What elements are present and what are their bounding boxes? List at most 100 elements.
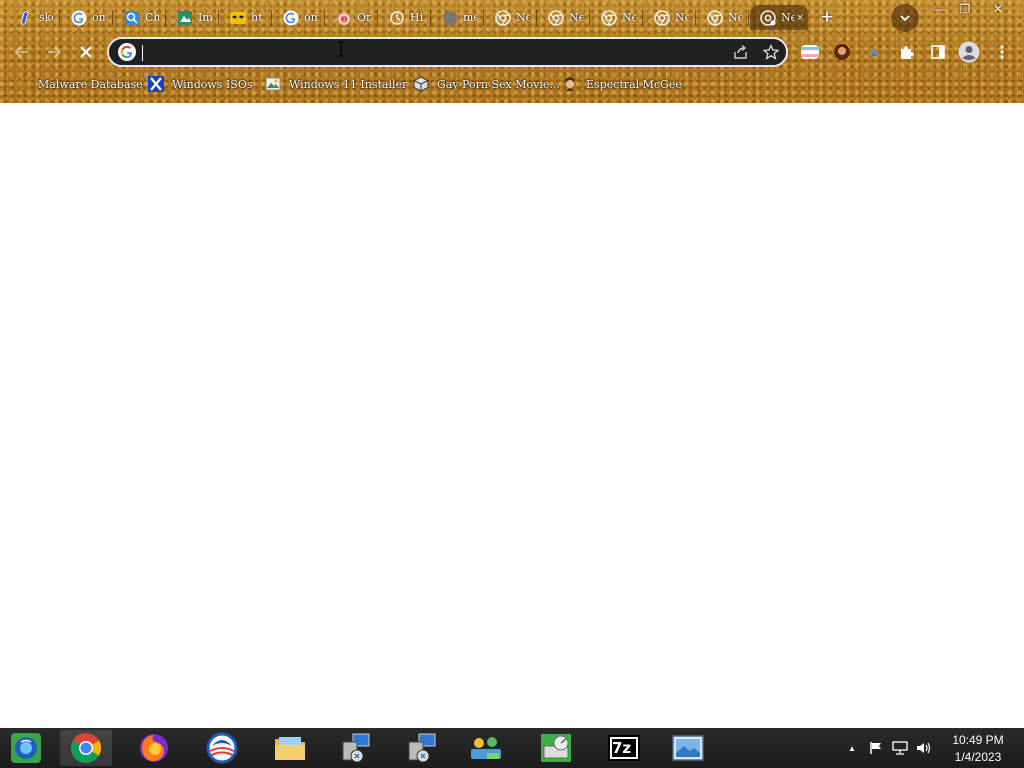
tab-close-button[interactable]: × (797, 12, 803, 24)
tab[interactable]: Ne (591, 5, 643, 30)
chevron-down-icon (900, 15, 910, 22)
taskbar-obama-app[interactable] (196, 730, 248, 766)
kebab-menu-icon (1000, 45, 1004, 59)
folder-icon (275, 737, 305, 760)
close-window-button[interactable]: ✕ (984, 0, 1012, 18)
tab[interactable]: Ne (697, 5, 749, 30)
browser-chrome: sketch om Ch Im (0, 0, 1024, 103)
badge-icon: 1 (335, 9, 352, 26)
circle-logo-icon (206, 732, 238, 764)
minimize-button[interactable]: — (926, 0, 954, 18)
bookmark-item[interactable]: Gay Porn Sex Movie... (413, 74, 560, 94)
avatar-icon (958, 41, 980, 63)
image-editor-icon (176, 9, 193, 26)
volume-icon[interactable] (916, 740, 932, 756)
network-icon[interactable] (892, 740, 908, 756)
mouse-ibeam-cursor (337, 41, 345, 57)
arrow-left-icon (14, 46, 28, 58)
clock-date: 1/4/2023 (954, 750, 1002, 764)
extensions-menu-button[interactable] (894, 40, 918, 64)
bookmark-item[interactable]: Windows 11 Installer (265, 74, 407, 94)
text-caret (142, 45, 143, 61)
tab[interactable]: Hi (379, 5, 431, 30)
start-button[interactable] (0, 730, 52, 766)
person-icon (562, 76, 578, 92)
bookmark-item[interactable]: Espectral McGee (562, 74, 682, 94)
omnibox[interactable] (107, 37, 788, 67)
network-people-icon (471, 737, 501, 759)
history-icon (388, 9, 405, 26)
side-panel-button[interactable] (926, 40, 950, 64)
address-input[interactable] (144, 40, 726, 64)
taskbar-photo-viewer[interactable] (662, 730, 714, 766)
share-button[interactable] (726, 39, 756, 65)
restore-button[interactable]: ❐ (951, 0, 979, 18)
tab[interactable]: Ne (485, 5, 537, 30)
close-icon (80, 46, 92, 58)
firefox-icon (140, 734, 168, 762)
show-hidden-icons-button[interactable]: ▲ (844, 740, 860, 756)
taskbar-chrome[interactable] (60, 730, 112, 766)
stop-loading-button[interactable] (72, 38, 100, 66)
tab[interactable]: 1 Or (326, 5, 378, 30)
globe-search-icon (123, 9, 140, 26)
forward-button[interactable] (40, 38, 68, 66)
chrome-icon (706, 9, 723, 26)
tab[interactable]: om (61, 5, 113, 30)
google-icon (118, 43, 136, 61)
tab-search-button[interactable] (891, 4, 919, 32)
share-icon (734, 44, 747, 59)
image-thumb-icon (265, 76, 281, 92)
extension-button[interactable] (830, 40, 854, 64)
tab-strip: sketch om Ch Im (0, 0, 1024, 34)
taskbar-file-explorer[interactable] (264, 730, 316, 766)
tab[interactable]: Im (167, 5, 219, 30)
new-tab-button[interactable]: + (815, 6, 839, 30)
taskbar-7zip[interactable]: 7z (598, 730, 650, 766)
tab[interactable]: Ne (538, 5, 590, 30)
tab[interactable]: sketch (8, 5, 60, 30)
chrome-loading-icon (759, 9, 776, 26)
pen-icon (17, 9, 34, 26)
taskbar-network-people[interactable] (460, 730, 512, 766)
cube-icon (413, 76, 429, 92)
toolbar (0, 34, 1024, 70)
start-orb-icon (11, 733, 41, 763)
extension-button[interactable] (862, 40, 886, 64)
chrome-icon (653, 9, 670, 26)
menu-button[interactable] (990, 40, 1014, 64)
back-button[interactable] (8, 38, 36, 66)
chrome-icon (547, 9, 564, 26)
tab[interactable]: om (273, 5, 325, 30)
bookmark-item[interactable]: Windows ISOs (148, 74, 252, 94)
avatar-extension-icon (834, 44, 850, 60)
x-logo-icon (148, 76, 164, 92)
extension-button[interactable] (798, 40, 822, 64)
action-center-flag-icon[interactable] (868, 740, 884, 756)
taskbar-installer[interactable] (396, 730, 448, 766)
wing-extension-icon (867, 47, 881, 56)
tab[interactable]: Ch (114, 5, 166, 30)
photo-viewer-icon (672, 735, 704, 761)
disk-utility-icon (541, 734, 571, 762)
side-panel-icon (931, 45, 945, 59)
arrow-right-icon (48, 46, 62, 58)
star-icon (763, 44, 779, 60)
system-clock[interactable]: 10:49 PM 1/4/2023 (938, 732, 1018, 766)
bookmark-item[interactable]: Malware Database (14, 74, 143, 94)
sevenzip-label: 7z (612, 739, 632, 757)
taskbar-disk-utility[interactable] (530, 730, 582, 766)
taskbar-installer[interactable] (330, 730, 382, 766)
puzzle-icon (901, 46, 914, 59)
tab[interactable]: ht (220, 5, 272, 30)
google-icon (70, 9, 87, 26)
tab[interactable]: me (432, 5, 484, 30)
taskbar-firefox[interactable] (128, 730, 180, 766)
page-content[interactable] (0, 41, 1024, 728)
taskbar: 7z ▲ 10:49 PM 1/4/2023 (0, 728, 1024, 768)
tab[interactable]: Ne (644, 5, 696, 30)
chrome-icon (600, 9, 617, 26)
profile-button[interactable] (957, 40, 981, 64)
bookmark-star-button[interactable] (756, 39, 786, 65)
tab-active[interactable]: Ne × (750, 5, 808, 30)
